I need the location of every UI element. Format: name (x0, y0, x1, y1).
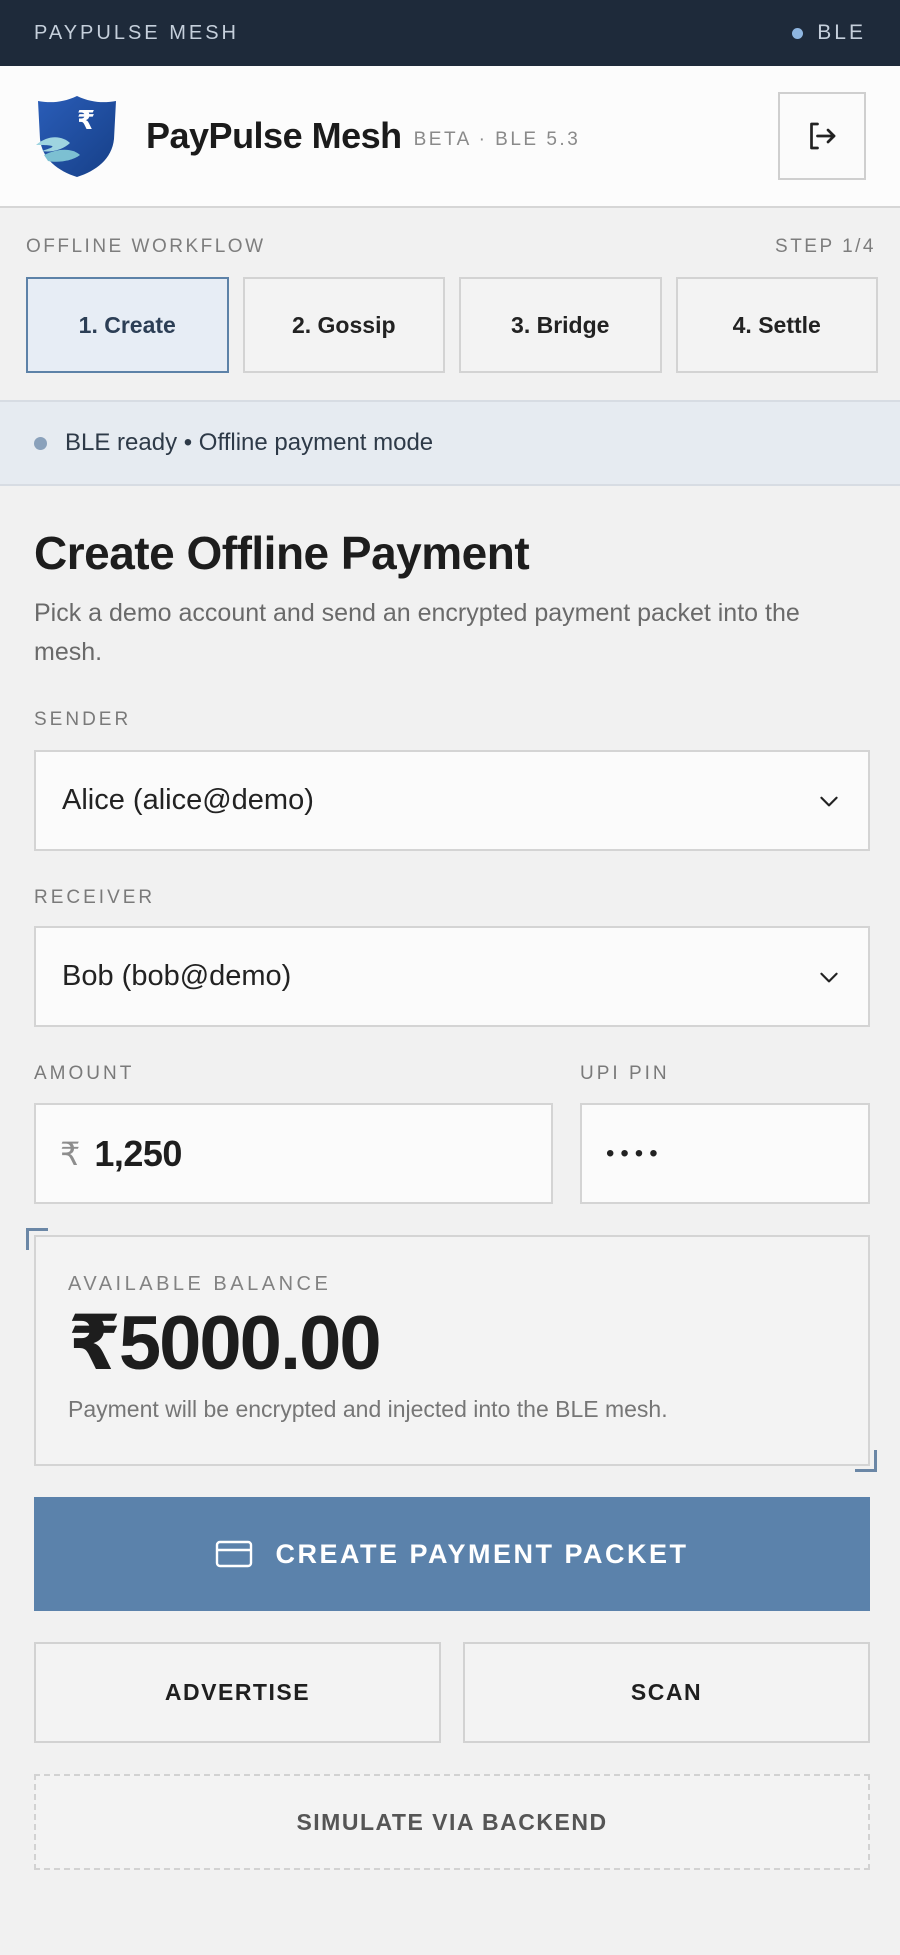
app-subtitle: BETA · BLE 5.3 (413, 129, 581, 150)
create-payment-packet-label: CREATE PAYMENT PACKET (275, 1538, 689, 1569)
balance-card: AVAILABLE BALANCE ₹5000.00 Payment will … (34, 1235, 870, 1466)
chevron-down-icon (820, 796, 838, 806)
balance-label: AVAILABLE BALANCE (68, 1273, 332, 1295)
workflow-label: OFFLINE WORKFLOW (26, 236, 266, 257)
ble-status-banner: BLE ready • Offline payment mode (0, 400, 900, 486)
ble-label: BLE (817, 21, 866, 44)
step-settle[interactable]: 4. Settle (675, 277, 878, 373)
ble-indicator: BLE (792, 21, 866, 45)
page-description: Pick a demo account and send an encrypte… (34, 599, 800, 666)
sender-label: SENDER (34, 709, 132, 730)
app-header: ₹ PayPulse Mesh BETA · BLE 5.3 (0, 66, 900, 208)
corner-accent (855, 1450, 877, 1472)
logout-button[interactable] (778, 92, 866, 180)
upi-pin-label: UPI PIN (580, 1063, 670, 1084)
upi-pin-input[interactable]: •••• (580, 1103, 870, 1204)
upi-pin-value: •••• (606, 1139, 664, 1167)
page-title: Create Offline Payment (34, 527, 530, 579)
top-status-bar: PAYPULSE MESH BLE (0, 0, 900, 66)
chevron-down-icon (820, 972, 838, 982)
receiver-label: RECEIVER (34, 887, 156, 908)
ble-status-dot (792, 27, 804, 39)
balance-note: Payment will be encrypted and injected i… (68, 1396, 668, 1422)
amount-value: 1,250 (94, 1132, 182, 1174)
status-dot (34, 436, 47, 450)
receiver-select[interactable]: Bob (bob@demo) (34, 926, 870, 1027)
sender-select[interactable]: Alice (alice@demo) (34, 750, 870, 851)
currency-symbol: ₹ (60, 1135, 81, 1172)
advertise-button[interactable]: ADVERTISE (34, 1642, 441, 1743)
scan-button[interactable]: SCAN (463, 1642, 870, 1743)
step-indicator: STEP 1/4 (775, 236, 876, 257)
app-title: PayPulse Mesh (146, 115, 402, 156)
step-gossip[interactable]: 2. Gossip (242, 277, 445, 373)
balance-amount: ₹5000.00 (68, 1301, 382, 1386)
sender-value: Alice (alice@demo) (62, 784, 314, 816)
step-bridge[interactable]: 3. Bridge (459, 277, 662, 373)
amount-label: AMOUNT (34, 1063, 135, 1084)
amount-input[interactable]: ₹ 1,250 (34, 1103, 553, 1204)
paypulse-shield-logo: ₹ (36, 96, 116, 177)
step-create[interactable]: 1. Create (26, 277, 229, 373)
status-text: BLE ready • Offline payment mode (65, 429, 434, 456)
logout-icon (810, 122, 836, 150)
card-icon (216, 1540, 253, 1568)
simulate-via-backend-button[interactable]: SIMULATE VIA BACKEND (34, 1774, 870, 1870)
svg-text:₹: ₹ (77, 106, 95, 136)
topbar-brand: PAYPULSE MESH (34, 21, 239, 44)
workflow-steps: 1. Create 2. Gossip 3. Bridge 4. Settle (26, 277, 878, 373)
create-payment-packet-button[interactable]: CREATE PAYMENT PACKET (34, 1497, 870, 1611)
receiver-value: Bob (bob@demo) (62, 960, 292, 992)
